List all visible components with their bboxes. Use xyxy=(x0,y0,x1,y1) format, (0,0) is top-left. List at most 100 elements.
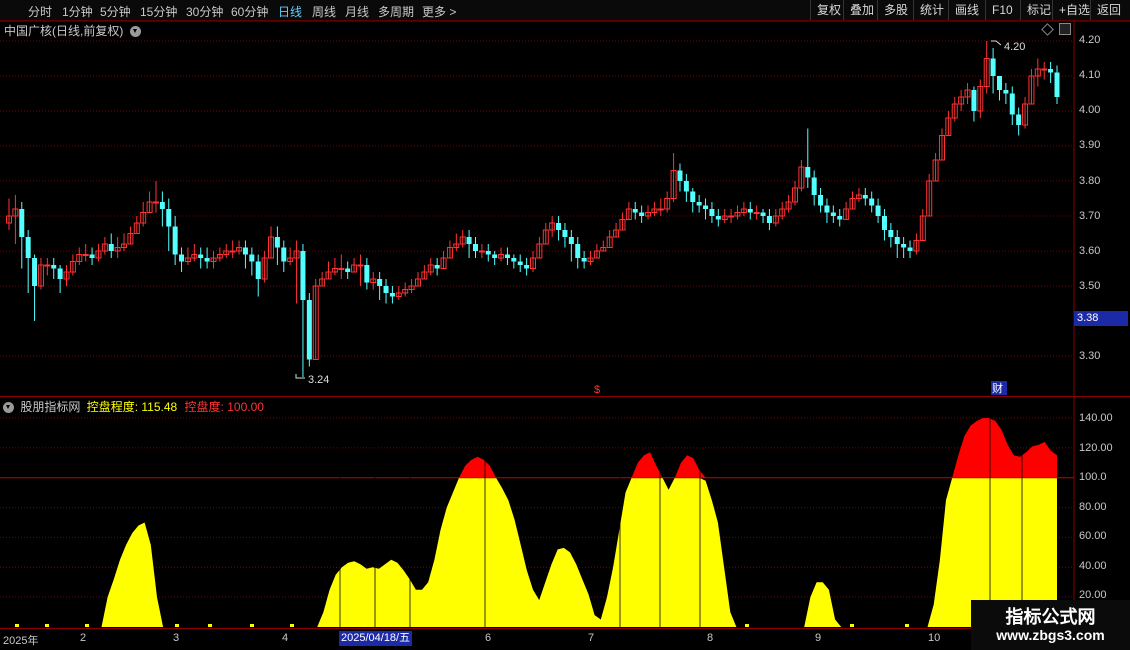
candle-body xyxy=(709,209,715,216)
watermark: 指标公式网 www.zbgs3.com xyxy=(971,600,1130,650)
candle-body xyxy=(568,237,574,244)
x-tick: 10 xyxy=(928,632,941,644)
low-annotation: 3.24 xyxy=(308,374,329,386)
chevron-down-icon[interactable] xyxy=(3,402,14,413)
candle-body xyxy=(172,226,178,255)
current-price-tag: 3.38 xyxy=(1074,311,1128,326)
price-panel-header: 中国广核(日线,前复权) xyxy=(4,22,144,39)
candle-body xyxy=(996,76,1002,90)
candle-body xyxy=(389,293,395,297)
candle-body xyxy=(383,286,389,293)
candle-body xyxy=(766,216,772,223)
indicator-area xyxy=(0,418,1074,627)
candle-body xyxy=(306,300,312,360)
candle-body xyxy=(690,191,696,202)
window-icon[interactable] xyxy=(1059,23,1071,35)
price-annotations: 4.20 3.24 $ 财 xyxy=(295,40,1025,396)
candle-body xyxy=(1009,93,1015,115)
candle-body xyxy=(82,254,89,256)
candle-body xyxy=(166,209,172,227)
candle-body xyxy=(159,202,165,209)
indicator-tick: 60.00 xyxy=(1079,530,1107,542)
x-tick: 8 xyxy=(707,632,714,644)
baseline-marker xyxy=(745,624,749,627)
watermark-url: www.zbgs3.com xyxy=(996,627,1105,643)
watermark-title: 指标公式网 xyxy=(1005,607,1096,627)
candle-body xyxy=(805,167,811,178)
candle-body xyxy=(338,268,345,270)
candle-body xyxy=(901,244,907,248)
candle-body xyxy=(492,254,498,258)
price-tick: 3.80 xyxy=(1079,175,1101,187)
candle-body xyxy=(524,265,530,269)
indicator-tick: 80.00 xyxy=(1079,501,1107,513)
chevron-down-icon[interactable] xyxy=(129,26,141,37)
control-degree-label: 控盘度: xyxy=(184,400,224,414)
candle-body xyxy=(152,201,159,204)
cai-marker: 财 xyxy=(992,381,1003,395)
control-level-label: 控盘程度: xyxy=(86,400,139,414)
candle-body xyxy=(357,264,364,267)
candle-body xyxy=(824,205,830,213)
high-annotation: 4.20 xyxy=(1004,41,1025,53)
x-tick: 4 xyxy=(282,632,289,644)
candle-body xyxy=(300,251,306,300)
price-tick: 4.10 xyxy=(1079,69,1101,81)
candle-body xyxy=(1041,68,1048,71)
indicator-tick: 140.00 xyxy=(1079,412,1113,424)
candle-body xyxy=(51,265,57,269)
candle-body xyxy=(274,237,280,248)
indicator-header: 股朋指标网 控盘程度: 115.48 控盘度: 100.00 xyxy=(3,398,264,415)
price-tick: 4.20 xyxy=(1079,34,1101,46)
candle-body xyxy=(198,254,204,258)
candle-body xyxy=(472,244,478,251)
candle-body xyxy=(894,237,900,244)
candle-body xyxy=(862,195,868,199)
x-tick: 7 xyxy=(588,632,595,644)
candle-body xyxy=(639,212,645,216)
candle-body xyxy=(19,209,25,237)
x-tick: 3 xyxy=(173,632,180,644)
candle-body xyxy=(575,244,581,258)
candle-body xyxy=(377,279,383,286)
candle-body xyxy=(907,247,913,251)
x-tick: 2025年 xyxy=(3,635,39,647)
candle-body xyxy=(715,216,721,220)
price-gridlines xyxy=(0,40,1074,357)
control-level-value: 115.48 xyxy=(141,400,178,414)
candle-body xyxy=(478,250,485,253)
candle-body xyxy=(990,58,996,76)
candle-body xyxy=(657,208,664,211)
candle-body xyxy=(1003,90,1009,94)
selected-date: 2025/04/18/五 xyxy=(339,631,413,646)
baseline-marker xyxy=(640,624,644,627)
candle-body xyxy=(204,258,210,262)
candle-body xyxy=(32,258,38,286)
candle-body xyxy=(1048,69,1054,73)
candle-body xyxy=(811,177,817,195)
candle-body xyxy=(281,247,287,262)
candle-body xyxy=(869,198,875,206)
price-tick: 4.00 xyxy=(1079,104,1101,116)
high-annotation-pointer xyxy=(991,40,1002,46)
candle-body xyxy=(345,268,351,272)
price-tick: 3.30 xyxy=(1079,350,1101,362)
candle-body xyxy=(837,216,843,220)
kline-chart[interactable]: 4.20 3.24 $ 财 xyxy=(0,0,1130,650)
baseline-marker xyxy=(290,624,294,627)
candle-body xyxy=(760,212,766,216)
indicator-tick: 120.00 xyxy=(1079,442,1113,454)
candle-body xyxy=(255,261,261,279)
indicator-gridlines xyxy=(0,417,1074,598)
price-tick: 3.70 xyxy=(1079,210,1101,222)
baseline-marker xyxy=(85,624,89,627)
control-degree-value: 100.00 xyxy=(227,400,264,414)
candle-body xyxy=(242,247,248,255)
candle-body xyxy=(434,265,440,269)
candle-body xyxy=(466,237,472,244)
candle-body xyxy=(830,212,836,216)
candle-body xyxy=(581,258,587,262)
candle-body xyxy=(696,202,702,206)
candle-body xyxy=(971,90,977,111)
candle-body xyxy=(728,215,735,218)
